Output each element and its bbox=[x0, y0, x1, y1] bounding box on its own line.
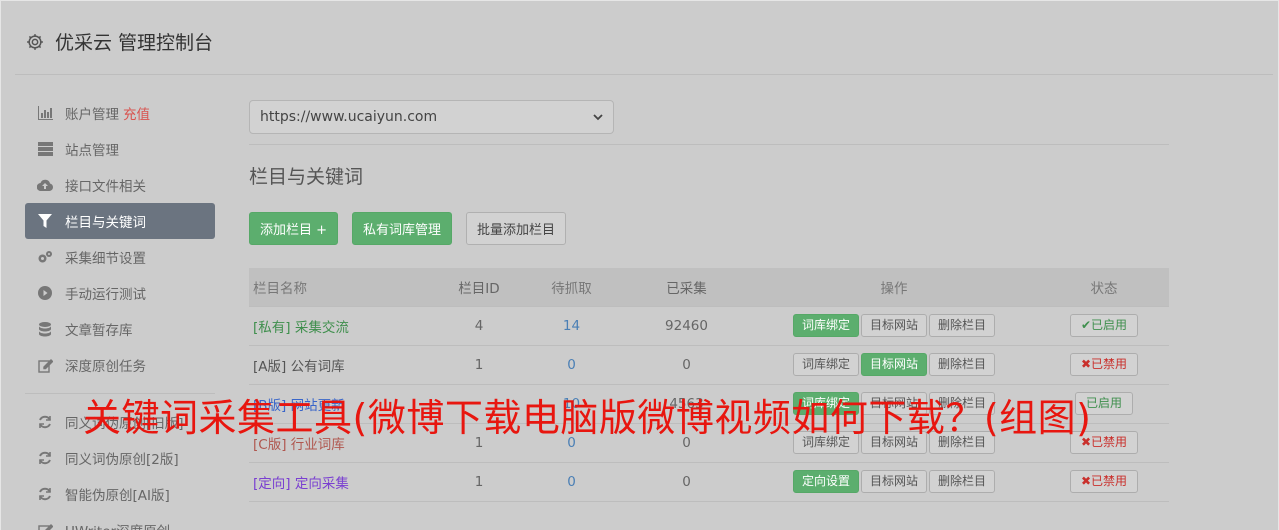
column-name[interactable]: 定向采集 bbox=[295, 476, 349, 492]
sidebar-item-label: UWriter深度原创 bbox=[65, 520, 170, 530]
target-site-button[interactable]: 目标网站 bbox=[860, 353, 927, 376]
column-tag: [定向] bbox=[253, 475, 291, 492]
bind-library-button[interactable]: 词库绑定 bbox=[792, 353, 859, 376]
delete-column-button[interactable]: 删除栏目 bbox=[929, 314, 996, 337]
sidebar-item-uwriter[interactable]: UWriter深度原创 bbox=[25, 512, 215, 530]
bind-library-button[interactable]: 定向设置 bbox=[792, 470, 859, 493]
cloud-upload-icon bbox=[37, 177, 53, 193]
sidebar-item-label: 站点管理 bbox=[65, 143, 119, 159]
status-toggle[interactable]: ✖已禁用 bbox=[1069, 353, 1139, 376]
status-cell: ✖已禁用 bbox=[1039, 461, 1169, 502]
column-id: 1 bbox=[439, 461, 519, 502]
bind-library-button[interactable]: 词库绑定 bbox=[792, 314, 859, 337]
play-circle-icon bbox=[37, 285, 53, 301]
delete-column-button[interactable]: 删除栏目 bbox=[929, 470, 996, 493]
sidebar-item-ai-original[interactable]: 智能伪原创[AI版] bbox=[25, 476, 215, 512]
table-header: 栏目名称 栏目ID 待抓取 已采集 操作 状态 bbox=[249, 268, 1169, 306]
header-name: 栏目名称 bbox=[253, 280, 307, 297]
pending-count[interactable]: 0 bbox=[519, 461, 624, 502]
refresh-icon bbox=[37, 414, 53, 430]
header-operations: 操作 bbox=[880, 280, 908, 297]
sidebar-item-label: 账户管理 bbox=[65, 107, 119, 123]
section-title: 栏目与关键词 bbox=[249, 166, 364, 188]
sidebar-item-label: 文章暂存库 bbox=[65, 323, 133, 339]
bar-chart-icon bbox=[37, 105, 53, 121]
gear-icon bbox=[27, 33, 43, 50]
sidebar-item-label: 同义词伪原创[2版] bbox=[65, 452, 179, 468]
watermark-title: 关键词采集工具(微博下载电脑版微博视频如何下载？(组图) bbox=[83, 396, 1092, 440]
collected-count: 0 bbox=[624, 461, 749, 502]
refresh-icon bbox=[37, 486, 53, 502]
header-pending: 待抓取 bbox=[551, 280, 592, 297]
add-column-button[interactable]: 添加栏目 + bbox=[249, 212, 339, 245]
filter-icon bbox=[37, 213, 53, 229]
header-status: 状态 bbox=[1090, 280, 1118, 297]
sidebar-item-interface[interactable]: 接口文件相关 bbox=[25, 167, 215, 203]
sidebar-item-collect-settings[interactable]: 采集细节设置 bbox=[25, 239, 215, 275]
site-select-value: https://www.ucaiyun.com bbox=[260, 109, 438, 125]
status-toggle[interactable]: ✔已启用 bbox=[1069, 314, 1139, 337]
table-row: [A版] 公有词库 1 0 0 词库绑定 目标网站 删除栏目 ✖已禁用 bbox=[249, 344, 1169, 384]
app-frame: 优采云 管理控制台 账户管理 充值 站点管理 接口文件相关 栏目与关键词 采集细… bbox=[0, 0, 1279, 530]
database-icon bbox=[37, 321, 53, 337]
collected-count: 0 bbox=[624, 344, 749, 384]
sidebar-item-label: 采集细节设置 bbox=[65, 251, 146, 267]
column-name[interactable]: 采集交流 bbox=[295, 320, 349, 336]
operations-cell: 词库绑定 目标网站 删除栏目 bbox=[749, 305, 1039, 345]
header-id: 栏目ID bbox=[458, 280, 500, 297]
sidebar-item-synonym-v2[interactable]: 同义词伪原创[2版] bbox=[25, 440, 215, 476]
server-icon bbox=[37, 141, 53, 157]
delete-column-button[interactable]: 删除栏目 bbox=[929, 353, 996, 376]
site-select[interactable]: https://www.ucaiyun.com bbox=[249, 100, 614, 134]
sidebar-item-label: 接口文件相关 bbox=[65, 179, 146, 195]
header-collected: 已采集 bbox=[666, 280, 707, 297]
sidebar-item-label: 栏目与关键词 bbox=[65, 215, 146, 231]
cogs-icon bbox=[37, 249, 53, 265]
sidebar-item-label: 智能伪原创[AI版] bbox=[65, 488, 170, 504]
table-row: [私有] 采集交流 4 14 92460 词库绑定 目标网站 删除栏目 ✔已启用 bbox=[249, 305, 1169, 345]
column-tag: [A版] bbox=[253, 358, 287, 375]
edit-icon bbox=[37, 522, 53, 530]
table-row: [定向] 定向采集 1 0 0 定向设置 目标网站 删除栏目 ✖已禁用 bbox=[249, 461, 1169, 502]
status-cell: ✔已启用 bbox=[1039, 305, 1169, 345]
column-name-cell: [定向] 定向采集 bbox=[249, 461, 439, 502]
sidebar: 账户管理 充值 站点管理 接口文件相关 栏目与关键词 采集细节设置 手动运行测试… bbox=[25, 95, 215, 530]
columns-table: 栏目名称 栏目ID 待抓取 已采集 操作 状态 [私有] 采集交流 4 14 9246… bbox=[249, 268, 1169, 502]
divider bbox=[249, 144, 1169, 145]
column-name-cell: [A版] 公有词库 bbox=[249, 344, 439, 384]
collected-count: 92460 bbox=[624, 305, 749, 345]
status-cell: ✖已禁用 bbox=[1039, 344, 1169, 384]
target-site-button[interactable]: 目标网站 bbox=[860, 470, 927, 493]
private-library-button[interactable]: 私有词库管理 bbox=[352, 212, 453, 245]
column-id: 1 bbox=[439, 344, 519, 384]
pending-count[interactable]: 0 bbox=[519, 344, 624, 384]
app-title: 优采云 管理控制台 bbox=[55, 32, 214, 54]
recharge-link[interactable]: 充值 bbox=[123, 103, 150, 123]
operations-cell: 定向设置 目标网站 删除栏目 bbox=[749, 461, 1039, 502]
chevron-down-icon bbox=[593, 113, 603, 120]
sidebar-item-article-store[interactable]: 文章暂存库 bbox=[25, 311, 215, 347]
sidebar-item-sites[interactable]: 站点管理 bbox=[25, 131, 215, 167]
sidebar-item-account[interactable]: 账户管理 充值 bbox=[25, 95, 215, 131]
sidebar-item-columns[interactable]: 栏目与关键词 bbox=[25, 203, 215, 239]
pending-count[interactable]: 14 bbox=[519, 305, 624, 345]
column-id: 4 bbox=[439, 305, 519, 345]
sidebar-item-deep-original[interactable]: 深度原创任务 bbox=[25, 347, 215, 383]
column-name-cell: [私有] 采集交流 bbox=[249, 305, 439, 345]
action-bar: 添加栏目 + 私有词库管理 批量添加栏目 bbox=[249, 212, 1169, 245]
refresh-icon bbox=[37, 450, 53, 466]
sidebar-item-label: 深度原创任务 bbox=[65, 359, 146, 375]
edit-icon bbox=[37, 357, 53, 373]
column-tag: [私有] bbox=[253, 319, 291, 336]
bulk-add-button[interactable]: 批量添加栏目 bbox=[466, 212, 567, 245]
status-toggle[interactable]: ✖已禁用 bbox=[1069, 470, 1139, 493]
target-site-button[interactable]: 目标网站 bbox=[860, 314, 927, 337]
sidebar-item-label: 手动运行测试 bbox=[65, 287, 146, 303]
top-bar: 优采云 管理控制台 bbox=[15, 9, 1273, 75]
operations-cell: 词库绑定 目标网站 删除栏目 bbox=[749, 344, 1039, 384]
column-name[interactable]: 公有词库 bbox=[291, 359, 345, 375]
sidebar-item-manual-run[interactable]: 手动运行测试 bbox=[25, 275, 215, 311]
